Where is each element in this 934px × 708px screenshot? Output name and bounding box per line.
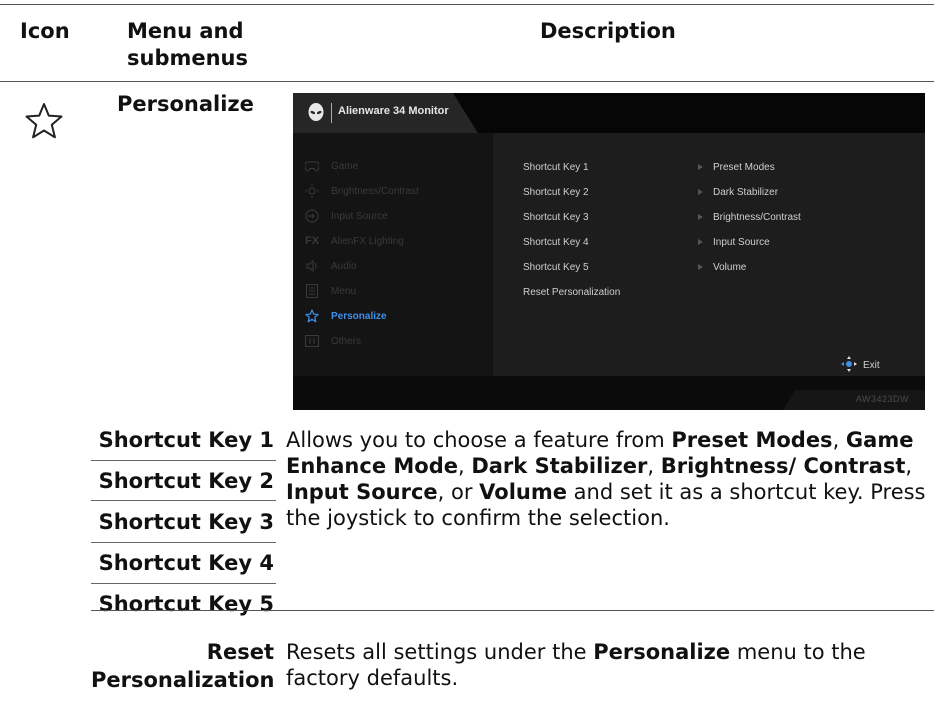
osd-title: Alienware 34 Monitor	[338, 105, 449, 117]
shortcut-key-3: Shortcut Key 3	[98, 510, 274, 534]
menu-icon	[305, 284, 319, 298]
row-divider	[91, 500, 276, 501]
gamepad-icon	[305, 159, 319, 173]
header-menu-line2: submenus	[127, 46, 249, 70]
osd-value-label: Volume	[713, 261, 747, 273]
osd-submenu-row[interactable]: Shortcut Key 5	[523, 258, 589, 276]
section-personalize: Personalize	[117, 92, 254, 116]
osd-menu-item-input-source[interactable]: Input Source	[305, 206, 388, 226]
play-arrow-icon	[698, 164, 703, 170]
play-arrow-icon	[698, 264, 703, 270]
osd-menu-item-menu[interactable]: Menu	[305, 281, 356, 301]
osd-value-label: Brightness/Contrast	[713, 211, 801, 223]
others-icon	[305, 334, 319, 348]
osd-exit-button[interactable]: Exit	[841, 356, 880, 375]
osd-menu-item-audio[interactable]: Audio	[305, 256, 357, 276]
brightness-icon	[305, 184, 319, 198]
header-top-rule	[0, 4, 934, 5]
row-divider	[91, 542, 276, 543]
osd-submenu-row[interactable]: Shortcut Key 3	[523, 208, 589, 226]
header-bottom-rule	[0, 81, 934, 82]
osd-menu-label: Personalize	[331, 310, 387, 322]
desc-text: Resets all settings under the	[286, 640, 594, 664]
header-description: Description	[540, 19, 676, 43]
osd-value-label: Dark Stabilizer	[713, 186, 779, 198]
osd-menu-label: Input Source	[331, 210, 388, 222]
reset-personalization-label-2: Personalization	[91, 668, 275, 692]
desc-text: ,	[457, 454, 472, 478]
desc-bold: Preset Modes	[671, 428, 833, 452]
desc-bold: Input Source	[286, 480, 438, 504]
desc-bold: Dark Stabilizer	[471, 454, 648, 478]
osd-value-label: Preset Modes	[713, 161, 775, 173]
alienware-logo-icon	[307, 103, 325, 123]
row-divider	[91, 460, 276, 461]
reset-row-rule	[91, 610, 934, 611]
desc-text: ,	[647, 454, 661, 478]
osd-menu-item-game[interactable]: Game	[305, 156, 358, 176]
osd-model-label: AW3423DW	[855, 394, 909, 404]
osd-menu-label: Brightness/Contrast	[331, 185, 419, 197]
osd-menu-item-brightness[interactable]: Brightness/Contrast	[305, 181, 419, 201]
osd-submenu-value: Brightness/Contrast	[698, 208, 801, 226]
desc-text: , or	[437, 480, 480, 504]
shortcut-key-description: Allows you to choose a feature from Pres…	[286, 427, 926, 531]
play-arrow-icon	[698, 239, 703, 245]
audio-icon	[305, 259, 319, 273]
osd-menu-item-personalize[interactable]: Personalize	[305, 306, 387, 326]
header-icon: Icon	[20, 19, 70, 43]
row-divider	[91, 583, 276, 584]
osd-submenu-value: Input Source	[698, 233, 770, 251]
osd-submenu-row[interactable]: Shortcut Key 2	[523, 183, 589, 201]
osd-menu-label: Audio	[331, 260, 357, 272]
osd-submenu-value: Preset Modes	[698, 158, 775, 176]
desc-bold: Personalize	[593, 640, 731, 664]
star-icon	[305, 309, 319, 323]
osd-menu-label: AlienFX Lighting	[331, 235, 404, 247]
osd-menu-label: Others	[331, 335, 362, 347]
osd-menu-item-others[interactable]: Others	[305, 331, 361, 351]
osd-submenu-value: Volume	[698, 258, 746, 276]
play-arrow-icon	[698, 214, 703, 220]
reset-personalization-label-1: Reset	[206, 640, 274, 664]
osd-screenshot: Alienware 34 Monitor Game Brightness/Con…	[293, 93, 925, 410]
osd-submenu-row[interactable]: Shortcut Key 1	[523, 158, 589, 176]
desc-bold: Volume	[479, 480, 567, 504]
osd-submenu-row[interactable]: Reset Personalization	[523, 283, 620, 301]
header-menu-line1: Menu and	[127, 19, 244, 43]
shortcut-key-5: Shortcut Key 5	[98, 592, 274, 616]
input-source-icon	[305, 209, 319, 223]
osd-menu-item-alienfx[interactable]: FX AlienFX Lighting	[305, 231, 404, 251]
desc-bold: Brightness/ Contrast	[660, 454, 906, 478]
desc-text: ,	[832, 428, 846, 452]
shortcut-key-4: Shortcut Key 4	[98, 551, 274, 575]
desc-text: ,	[905, 454, 913, 478]
desc-text: Allows you to choose a feature from	[286, 428, 672, 452]
alienfx-icon: FX	[304, 235, 320, 247]
osd-submenu-value: Dark Stabilizer	[698, 183, 778, 201]
osd-submenu-row[interactable]: Shortcut Key 4	[523, 233, 589, 251]
reset-description: Resets all settings under the Personaliz…	[286, 639, 926, 691]
joystick-icon	[841, 356, 857, 375]
shortcut-key-1: Shortcut Key 1	[98, 428, 274, 452]
osd-menu-label: Menu	[331, 285, 357, 297]
osd-value-label: Input Source	[713, 236, 770, 248]
osd-exit-label: Exit	[863, 360, 880, 371]
shortcut-key-2: Shortcut Key 2	[98, 469, 274, 493]
play-arrow-icon	[698, 189, 703, 195]
osd-title-separator	[331, 103, 332, 123]
star-outline-icon	[24, 101, 64, 141]
osd-menu-label: Game	[331, 160, 359, 172]
